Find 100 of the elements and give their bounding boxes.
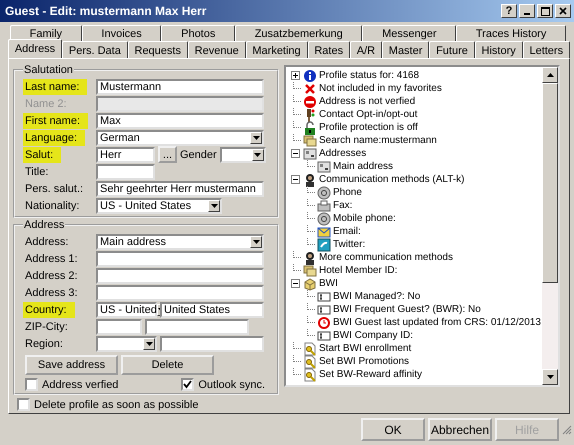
caret-icon xyxy=(252,136,260,140)
dropdown[interactable]: US - United States xyxy=(96,198,222,214)
person-icon xyxy=(303,250,317,264)
input-field[interactable] xyxy=(96,164,155,180)
dropdown[interactable] xyxy=(220,146,266,162)
input-field[interactable] xyxy=(96,284,264,300)
tree-item[interactable]: Mobile phone: xyxy=(333,212,396,225)
input-field[interactable] xyxy=(96,250,264,266)
field-label: Title: xyxy=(24,164,50,180)
tab[interactable]: Marketing xyxy=(246,41,308,58)
checkbox[interactable] xyxy=(25,378,38,391)
person-icon xyxy=(303,172,317,186)
tab[interactable]: Letters xyxy=(522,41,570,58)
input-field[interactable] xyxy=(160,336,264,352)
field-label: ZIP-City: xyxy=(24,320,69,334)
tree-item[interactable]: Profile protection is off xyxy=(319,121,418,134)
expand-icon[interactable] xyxy=(290,71,300,80)
dropdown[interactable]: US - United xyxy=(96,302,157,318)
input-field[interactable]: United States xyxy=(160,302,264,318)
tree-item[interactable]: Hotel Member ID: xyxy=(319,264,398,277)
tab[interactable]: Future xyxy=(429,41,475,58)
tab[interactable]: Revenue xyxy=(188,41,246,58)
input-field[interactable]: Sehr geehrter Herr mustermann xyxy=(96,180,264,196)
tree-item[interactable]: Address is not verfied xyxy=(319,95,416,108)
tree-item[interactable]: Twitter: xyxy=(333,238,366,251)
tree-item[interactable]: BWI Guest last updated from CRS: 01/12/2013 xyxy=(333,316,541,329)
tab[interactable]: Zusatzbemerkung xyxy=(235,25,362,41)
field-label: Address: xyxy=(24,234,70,250)
button[interactable]: Delete xyxy=(121,355,214,375)
address-card-icon xyxy=(317,160,331,174)
browse-button[interactable]: ... xyxy=(158,146,177,163)
tree-item[interactable]: BWI Managed?: No xyxy=(333,290,420,303)
tree-item[interactable]: Not included in my favorites xyxy=(319,82,442,95)
button[interactable]: OK xyxy=(361,418,425,441)
tab[interactable]: Traces History xyxy=(456,25,566,41)
tree-item[interactable]: Email: xyxy=(333,225,361,238)
field-label: Language: xyxy=(23,130,85,146)
caret-icon xyxy=(252,240,260,244)
close-button[interactable] xyxy=(555,4,571,18)
tree-item[interactable]: Profile status for: 4168 xyxy=(319,69,420,82)
window-title: Guest - Edit: mustermann Max Herr xyxy=(5,4,206,18)
cross-icon xyxy=(303,82,317,96)
input-field[interactable] xyxy=(145,318,249,334)
input-field[interactable] xyxy=(96,96,264,112)
tree-item[interactable]: Main address xyxy=(333,160,394,173)
resize-grip-icon xyxy=(562,424,572,434)
tree-item[interactable]: More communication methods xyxy=(319,251,453,264)
document-key-icon xyxy=(303,354,317,368)
input-field[interactable] xyxy=(96,268,264,284)
tab[interactable]: History xyxy=(474,41,523,58)
caret-icon xyxy=(210,204,218,208)
tree-item[interactable]: Phone xyxy=(333,186,362,199)
tree-item[interactable]: Set BWI Promotions xyxy=(319,355,410,368)
tab[interactable]: Rates xyxy=(308,41,350,58)
dropdown[interactable]: German xyxy=(96,130,264,146)
collapse-icon[interactable] xyxy=(290,175,300,184)
tab[interactable]: Photos xyxy=(161,25,236,41)
box-icon xyxy=(303,276,317,290)
check-icon xyxy=(183,380,192,389)
tree-item[interactable]: Search name:mustermann xyxy=(319,134,437,147)
minimize-button[interactable] xyxy=(519,4,535,18)
tree-item[interactable]: Fax: xyxy=(333,199,352,212)
scrollbar[interactable] xyxy=(542,67,558,385)
field-label: Name 2: xyxy=(24,96,68,112)
input-field[interactable] xyxy=(96,318,142,334)
tree-item[interactable]: Communication methods (ALT-k) xyxy=(319,173,464,186)
tab[interactable]: Requests xyxy=(128,41,188,58)
tab[interactable]: Master xyxy=(382,41,430,58)
tab[interactable]: Invoices xyxy=(82,25,162,41)
phone-icon xyxy=(317,186,331,200)
collapse-icon[interactable] xyxy=(290,279,300,288)
tree-item[interactable]: Set BW-Reward affinity xyxy=(319,368,422,381)
tab[interactable]: Pers. Data xyxy=(62,41,128,58)
field-label: Pers. salut.: xyxy=(24,182,84,196)
field-label: Region: xyxy=(24,336,64,352)
maximize-button[interactable] xyxy=(537,4,553,18)
collapse-icon[interactable] xyxy=(290,149,300,158)
tree-item[interactable]: Contact Opt-in/opt-out xyxy=(319,108,418,121)
checkbox[interactable] xyxy=(17,398,30,411)
tree-item[interactable]: BWI xyxy=(319,277,338,290)
input-field[interactable]: Mustermann xyxy=(96,78,264,94)
tree-item[interactable]: BWI Frequent Guest? (BWR): No xyxy=(333,303,481,316)
help-button[interactable]: ? xyxy=(501,4,517,18)
document-key-icon xyxy=(303,368,317,382)
input-field[interactable]: Herr xyxy=(96,146,155,162)
dropdown[interactable] xyxy=(96,336,157,352)
tree-item[interactable]: BWI Company ID: xyxy=(333,329,414,342)
input-field[interactable]: Max xyxy=(96,112,264,128)
tree-item[interactable]: Start BWI enrollment xyxy=(319,342,412,355)
tab[interactable]: Address xyxy=(8,39,62,58)
field-label: Salut: xyxy=(23,146,62,162)
dropdown[interactable]: Main address xyxy=(96,234,264,250)
phone-icon xyxy=(317,212,331,226)
tree-item[interactable]: Addresses xyxy=(319,147,366,160)
button[interactable]: Abbrechen xyxy=(428,418,492,441)
tab[interactable]: A/R xyxy=(350,41,382,58)
button[interactable]: Save address xyxy=(25,355,118,375)
checkbox[interactable] xyxy=(181,378,194,391)
tab[interactable]: Messenger xyxy=(362,25,456,41)
checkbox-label: Delete profile as soon as possible xyxy=(34,398,198,410)
